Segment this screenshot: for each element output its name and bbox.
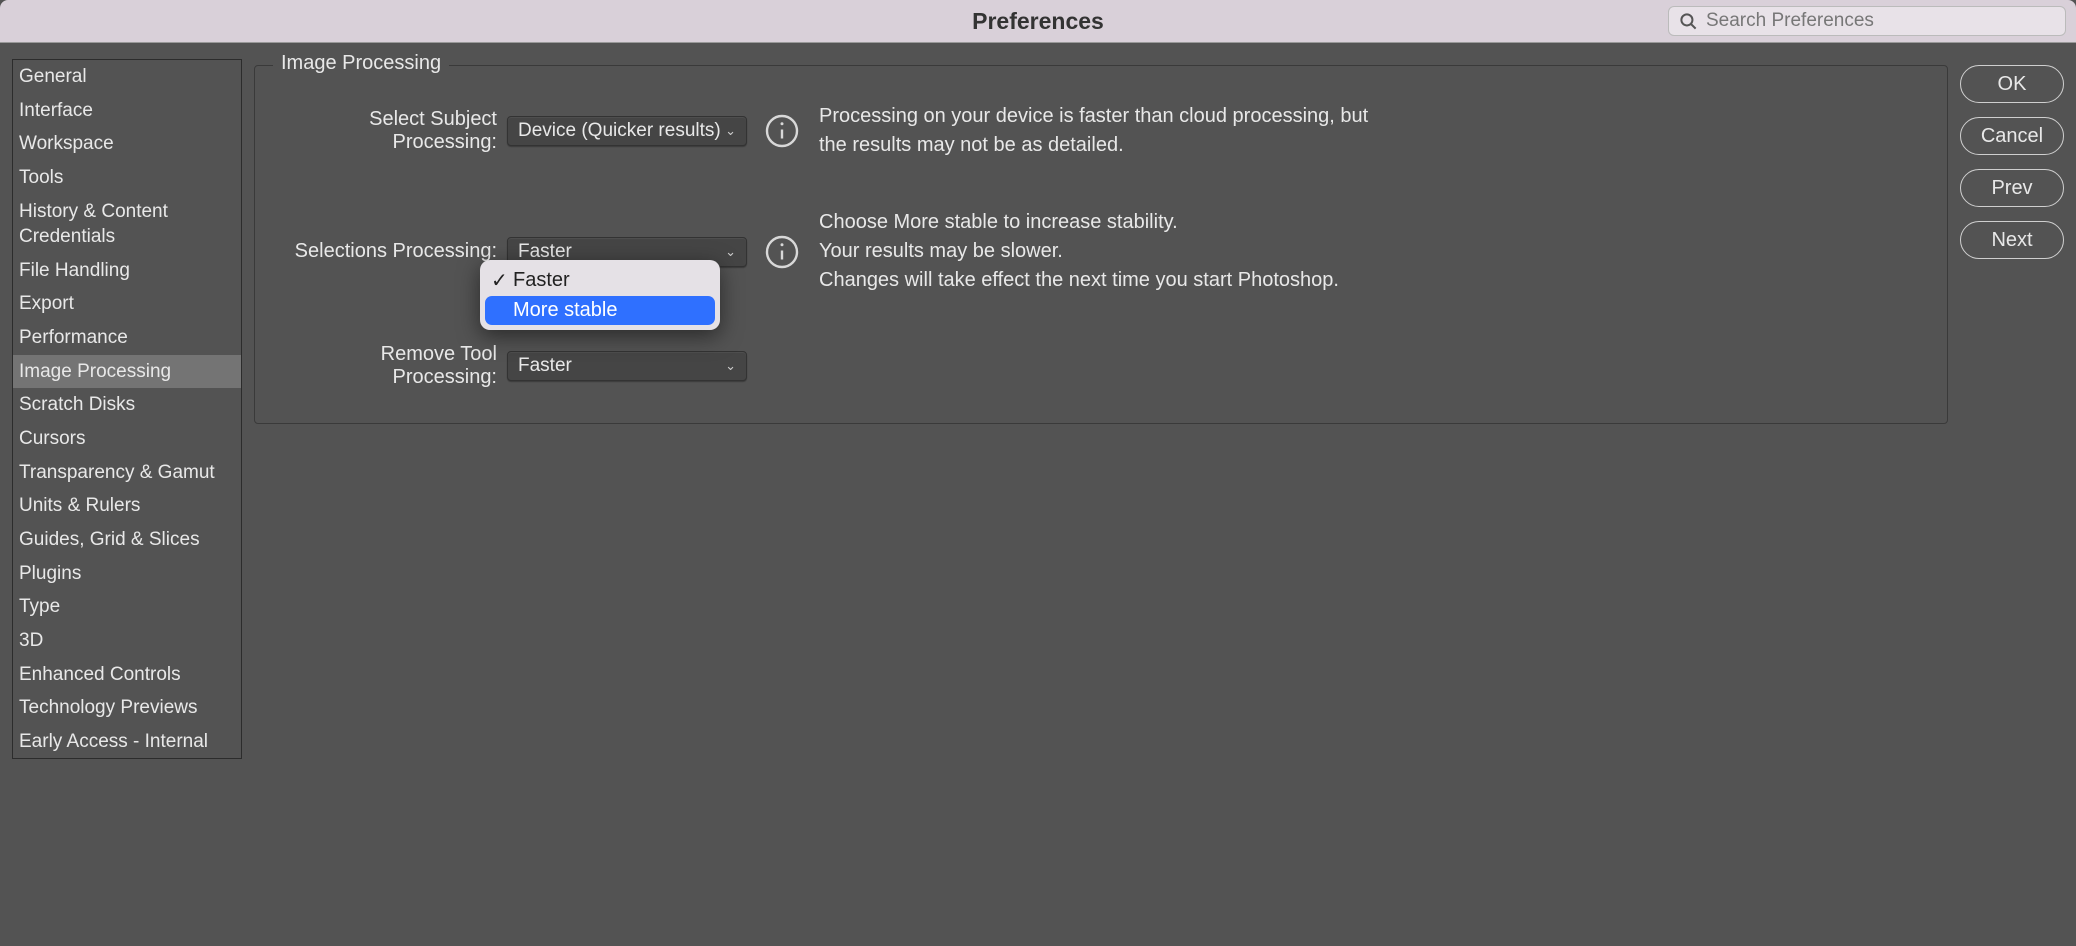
desc-selections-processing: Choose More stable to increase stability… — [819, 208, 1339, 295]
sidebar-item-cursors[interactable]: Cursors — [13, 422, 241, 456]
remove-tool-value: Faster — [518, 355, 572, 377]
sidebar-item-3d[interactable]: 3D — [13, 624, 241, 658]
row-select-subject-processing: Select Subject Processing: Device (Quick… — [279, 102, 1923, 160]
sidebar-item-workspace[interactable]: Workspace — [13, 127, 241, 161]
info-icon[interactable] — [763, 233, 801, 271]
sidebar-item-scratch-disks[interactable]: Scratch Disks — [13, 388, 241, 422]
select-subject-value: Device (Quicker results) — [518, 120, 721, 142]
cancel-button[interactable]: Cancel — [1960, 117, 2064, 155]
action-buttons: OK Cancel Prev Next — [1960, 59, 2064, 934]
label-selections-processing: Selections Processing: — [279, 240, 507, 263]
search-icon — [1679, 12, 1698, 31]
ok-button[interactable]: OK — [1960, 65, 2064, 103]
fieldset-legend: Image Processing — [273, 52, 449, 75]
sidebar-item-performance[interactable]: Performance — [13, 321, 241, 355]
prev-button[interactable]: Prev — [1960, 169, 2064, 207]
remove-tool-processing-dropdown-menu[interactable]: ✓ Faster More stable — [480, 260, 720, 330]
desc-select-subject-processing: Processing on your device is faster than… — [819, 102, 1379, 160]
checkmark-icon: ✓ — [491, 268, 513, 293]
sidebar-item-early-access-internal[interactable]: Early Access - Internal — [13, 725, 241, 759]
search-input[interactable] — [1706, 10, 2055, 32]
row-remove-tool-processing: Remove Tool Processing: Faster ⌄ — [279, 343, 1923, 389]
preferences-window: Preferences General Interface Workspace … — [0, 0, 2076, 946]
sidebar-item-enhanced-controls[interactable]: Enhanced Controls — [13, 658, 241, 692]
sidebar-item-file-handling[interactable]: File Handling — [13, 254, 241, 288]
info-icon[interactable] — [763, 112, 801, 150]
search-preferences[interactable] — [1668, 6, 2066, 36]
label-select-subject-processing: Select Subject Processing: — [279, 108, 507, 154]
sidebar-item-general[interactable]: General — [13, 60, 241, 94]
remove-tool-processing-dropdown[interactable]: Faster ⌄ — [507, 351, 747, 381]
dropdown-option-faster[interactable]: ✓ Faster — [485, 265, 715, 296]
main-panel: Image Processing Select Subject Processi… — [254, 59, 1948, 934]
sidebar-item-units-rulers[interactable]: Units & Rulers — [13, 489, 241, 523]
image-processing-fieldset: Image Processing Select Subject Processi… — [254, 65, 1948, 424]
chevron-down-icon: ⌄ — [725, 244, 736, 260]
sidebar-item-technology-previews[interactable]: Technology Previews — [13, 691, 241, 725]
chevron-down-icon: ⌄ — [725, 358, 736, 374]
sidebar-item-image-processing[interactable]: Image Processing — [13, 355, 241, 389]
sidebar-item-type[interactable]: Type — [13, 590, 241, 624]
sidebar-item-interface[interactable]: Interface — [13, 94, 241, 128]
sidebar-item-transparency-gamut[interactable]: Transparency & Gamut — [13, 456, 241, 490]
sidebar-item-export[interactable]: Export — [13, 287, 241, 321]
window-title: Preferences — [972, 8, 1104, 35]
dropdown-option-more-stable[interactable]: More stable — [485, 296, 715, 325]
body: General Interface Workspace Tools Histor… — [0, 43, 2076, 946]
sidebar-item-guides-grid-slices[interactable]: Guides, Grid & Slices — [13, 523, 241, 557]
select-subject-processing-dropdown[interactable]: Device (Quicker results) ⌄ — [507, 116, 747, 146]
dropdown-option-label: Faster — [513, 269, 570, 292]
next-button[interactable]: Next — [1960, 221, 2064, 259]
preferences-sidebar: General Interface Workspace Tools Histor… — [12, 59, 242, 759]
chevron-down-icon: ⌄ — [725, 123, 736, 139]
dropdown-option-label: More stable — [513, 299, 618, 322]
sidebar-item-plugins[interactable]: Plugins — [13, 557, 241, 591]
titlebar: Preferences — [0, 0, 2076, 43]
sidebar-item-history-content-credentials[interactable]: History & Content Credentials — [13, 195, 241, 254]
label-remove-tool-processing: Remove Tool Processing: — [279, 343, 507, 389]
sidebar-item-tools[interactable]: Tools — [13, 161, 241, 195]
